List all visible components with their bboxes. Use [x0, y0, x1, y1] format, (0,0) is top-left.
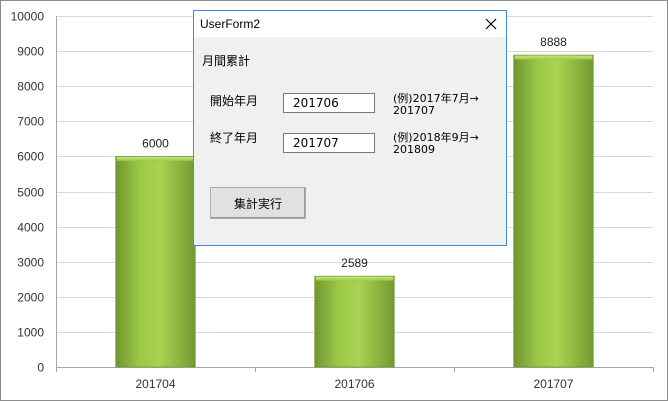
bar-top-highlight	[315, 276, 394, 281]
dialog-titlebar: UserForm2	[194, 11, 506, 37]
data-label-201706: 2589	[341, 256, 368, 270]
y-tick-label: 6000	[17, 150, 44, 164]
bar-201704	[115, 156, 196, 368]
y-tick-label: 8000	[17, 80, 44, 94]
bar-top-highlight	[116, 156, 195, 161]
x-tick-label-201704: 201704	[135, 377, 175, 391]
end-month-hint-line2: 201809	[393, 143, 435, 156]
data-label-201707: 8888	[540, 35, 567, 49]
y-tick-label: 5000	[17, 186, 44, 200]
bar-201706	[314, 275, 395, 368]
bar-top-highlight	[514, 55, 593, 60]
y-tick-label: 10000	[11, 10, 45, 24]
form-heading: 月間累計	[202, 54, 251, 68]
y-tick-label: 0	[37, 361, 44, 375]
userform-dialog: UserForm2 月間累計 開始年月 (例)2017年7月→ 201707 終…	[193, 10, 507, 246]
data-label-201704: 6000	[142, 136, 169, 150]
start-month-input[interactable]	[283, 93, 375, 113]
y-tick-label: 4000	[17, 221, 44, 235]
y-tick-label: 7000	[17, 115, 44, 129]
close-icon	[485, 18, 497, 30]
y-tick-label: 3000	[17, 256, 44, 270]
end-month-input[interactable]	[283, 133, 375, 153]
x-tick-label-201707: 201707	[533, 377, 573, 391]
y-tick-label: 1000	[17, 326, 44, 340]
start-month-label: 開始年月	[210, 94, 259, 108]
start-month-hint-line2: 201707	[393, 104, 435, 117]
end-month-label: 終了年月	[210, 131, 259, 145]
run-aggregation-button[interactable]: 集計実行	[210, 187, 306, 219]
y-tick-label: 9000	[17, 45, 44, 59]
dialog-title: UserForm2	[200, 17, 261, 31]
y-tick-label: 2000	[17, 291, 44, 305]
bar-201707	[513, 54, 594, 368]
close-button[interactable]	[480, 14, 502, 34]
x-tick-label-201706: 201706	[334, 377, 374, 391]
